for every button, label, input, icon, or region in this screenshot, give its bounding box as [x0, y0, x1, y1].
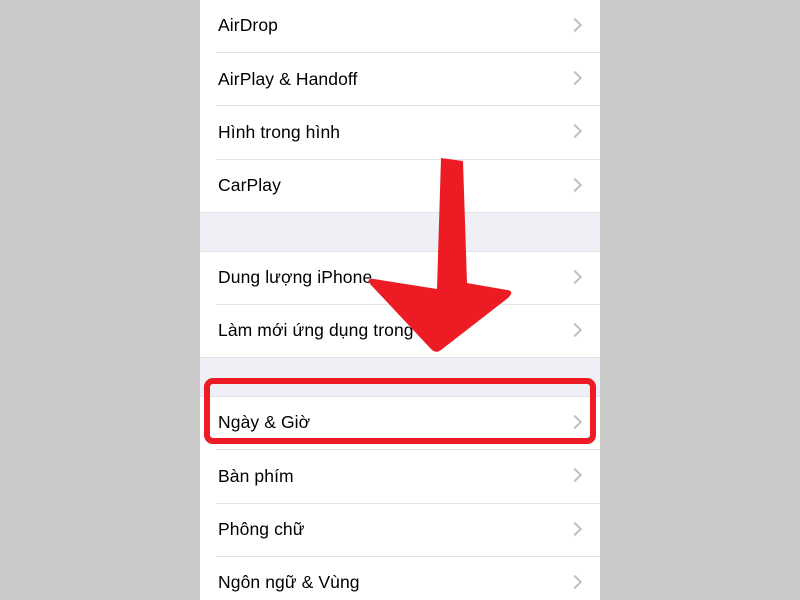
settings-row-airplay-handoff[interactable]: AirPlay & Handoff	[200, 53, 600, 106]
row-label: Bàn phím	[218, 465, 294, 486]
row-label: AirPlay & Handoff	[218, 68, 358, 89]
screenshot-canvas: AirDrop AirPlay & Handoff Hình trong hìn…	[0, 0, 800, 600]
chevron-right-icon	[568, 175, 582, 197]
chevron-right-icon	[568, 412, 582, 434]
settings-section-storage: Dung lượng iPhone Làm mới ứng dụng trong	[200, 251, 600, 358]
row-label: CarPlay	[218, 174, 281, 195]
section-gap-1	[200, 211, 600, 252]
row-label: AirDrop	[218, 15, 279, 36]
chevron-right-icon	[568, 15, 582, 37]
row-label: Làm mới ứng dụng trong	[218, 320, 414, 341]
settings-section-connectivity: AirDrop AirPlay & Handoff Hình trong hìn…	[200, 0, 600, 212]
settings-row-airdrop[interactable]: AirDrop	[200, 0, 600, 53]
row-label: Dung lượng iPhone	[218, 267, 373, 288]
settings-row-picture-in-picture[interactable]: Hình trong hình	[200, 106, 600, 159]
row-label: Ngày & Giờ	[218, 412, 311, 433]
chevron-right-icon	[568, 465, 582, 487]
chevron-right-icon	[568, 121, 582, 143]
row-label: Hình trong hình	[218, 121, 341, 142]
chevron-right-icon	[568, 519, 582, 541]
settings-row-carplay[interactable]: CarPlay	[200, 159, 600, 212]
chevron-right-icon	[568, 572, 582, 594]
settings-list: AirDrop AirPlay & Handoff Hình trong hìn…	[200, 0, 600, 600]
settings-row-iphone-storage[interactable]: Dung lượng iPhone	[200, 251, 600, 304]
chevron-right-icon	[568, 68, 582, 90]
settings-row-date-and-time[interactable]: Ngày & Giờ	[200, 397, 600, 450]
settings-row-language-and-region[interactable]: Ngôn ngữ & Vùng	[200, 556, 600, 600]
settings-row-keyboard[interactable]: Bàn phím	[200, 450, 600, 503]
row-label: Ngôn ngữ & Vùng	[218, 572, 360, 593]
settings-section-localization: Ngày & Giờ Bàn phím Phông chữ Ngôn ngữ &…	[200, 397, 600, 600]
section-gap-2	[200, 357, 600, 398]
chevron-right-icon	[568, 267, 582, 289]
settings-row-background-app-refresh[interactable]: Làm mới ứng dụng trong	[200, 304, 600, 358]
row-label: Phông chữ	[218, 518, 305, 539]
settings-row-fonts[interactable]: Phông chữ	[200, 503, 600, 556]
chevron-right-icon	[568, 320, 582, 342]
